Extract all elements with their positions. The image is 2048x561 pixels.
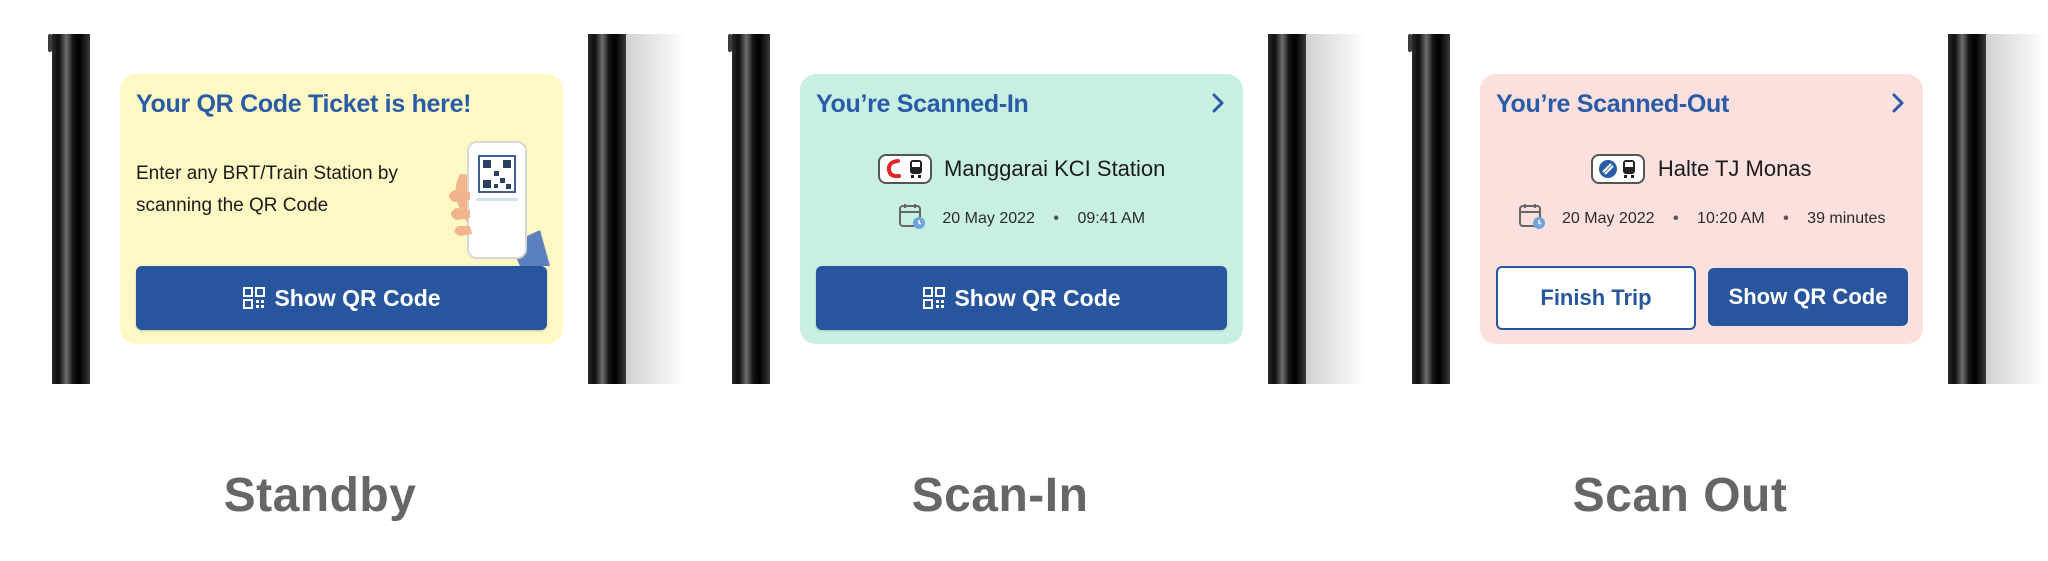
phone-right-edge <box>1268 34 1306 384</box>
scan-in-panel: You’re Scanned-In Manggarai KCI Station <box>680 0 1366 561</box>
station-row: Halte TJ Monas <box>1480 154 1923 184</box>
phone-frame: You’re Scanned-Out Halte TJ Monas 20 May… <box>1360 34 2046 384</box>
finish-trip-button[interactable]: Finish Trip <box>1496 266 1696 330</box>
calendar-clock-icon <box>1518 202 1558 235</box>
phone-shadow <box>626 34 686 384</box>
card-title: You’re Scanned-In <box>816 90 1029 118</box>
train-logo-icon <box>877 154 932 184</box>
qr-code-icon <box>243 287 266 309</box>
show-qr-code-button[interactable]: Show QR Code <box>1708 268 1908 326</box>
phone-left-edge <box>1408 34 1450 384</box>
card-title: You’re Scanned-Out <box>1496 90 1730 118</box>
card-description: Enter any BRT/Train Station by scanning … <box>136 163 398 216</box>
station-row: Manggarai KCI Station <box>800 154 1243 184</box>
qr-code-icon <box>923 287 946 309</box>
phone-left-edge <box>728 34 770 384</box>
station-name: Halte TJ Monas <box>1657 156 1812 181</box>
panel-label: Standby <box>223 469 417 522</box>
qr-ticket-card: Your QR Code Ticket is here! Enter any B… <box>120 74 563 344</box>
trip-meta-row: 20 May 2022 • 10:20 AM • 39 minutes <box>1480 202 1923 235</box>
trip-duration: 39 minutes <box>1807 209 1886 227</box>
trip-time: 09:41 AM <box>1077 209 1146 227</box>
phone-frame: You’re Scanned-In Manggarai KCI Station <box>680 34 1366 384</box>
show-qr-code-label: Show QR Code <box>274 284 441 311</box>
show-qr-code-button[interactable]: Show QR Code <box>136 266 547 330</box>
phone-shadow <box>1986 34 2046 384</box>
phone-frame: Your QR Code Ticket is here! Enter any B… <box>0 34 686 384</box>
phone-right-edge <box>588 34 626 384</box>
hand-phone-qr-illustration <box>449 141 550 266</box>
phone-left-edge <box>48 34 90 384</box>
trip-time: 10:20 AM <box>1697 209 1765 227</box>
scanned-out-card[interactable]: You’re Scanned-Out Halte TJ Monas 20 May… <box>1480 74 1923 344</box>
station-name: Manggarai KCI Station <box>944 156 1166 181</box>
trip-meta-row: 20 May 2022 • 09:41 AM <box>800 202 1243 235</box>
standby-panel: Your QR Code Ticket is here! Enter any B… <box>0 0 686 561</box>
chevron-right-icon[interactable] <box>1211 92 1225 114</box>
show-qr-code-button[interactable]: Show QR Code <box>816 266 1227 330</box>
trip-date: 20 May 2022 <box>1562 209 1655 227</box>
separator-dot: • <box>1672 209 1679 227</box>
scanned-in-card[interactable]: You’re Scanned-In Manggarai KCI Station <box>800 74 1243 344</box>
phone-shadow <box>1306 34 1366 384</box>
transjakarta-logo-icon <box>1591 154 1646 184</box>
panel-label: Scan Out <box>1572 469 1788 522</box>
card-title: Your QR Code Ticket is here! <box>136 90 472 118</box>
calendar-clock-icon <box>898 202 938 235</box>
chevron-right-icon[interactable] <box>1891 92 1905 114</box>
phone-right-edge <box>1948 34 1986 384</box>
show-qr-code-label: Show QR Code <box>954 284 1121 311</box>
scan-out-panel: You’re Scanned-Out Halte TJ Monas 20 May… <box>1360 0 2046 561</box>
trip-date: 20 May 2022 <box>942 209 1035 227</box>
separator-dot: • <box>1783 209 1789 227</box>
panel-label: Scan-In <box>911 469 1089 522</box>
separator-dot: • <box>1053 209 1059 227</box>
